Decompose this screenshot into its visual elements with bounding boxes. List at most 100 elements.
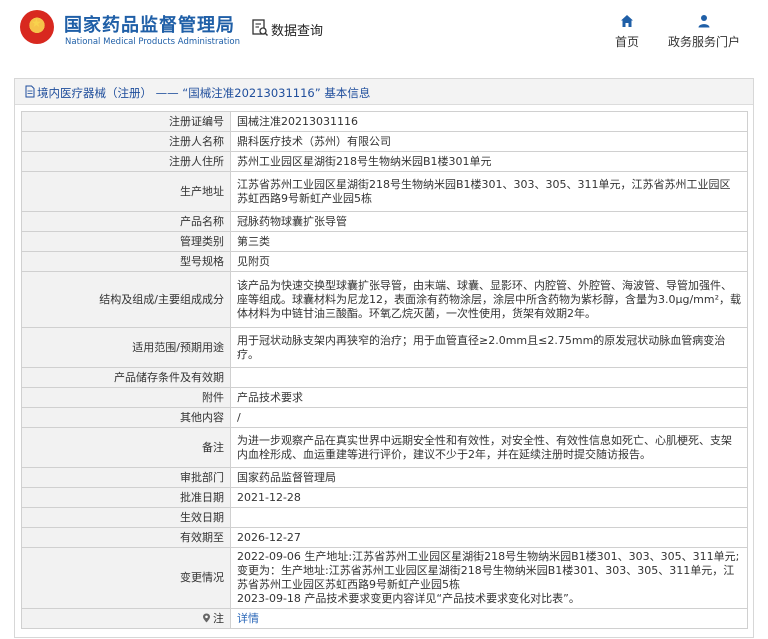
row-value: 苏州工业园区星湖街218号生物纳米园B1楼301单元 [230, 151, 748, 172]
row-label: 产品名称 [21, 211, 231, 232]
row-value-text: 国家药品监督管理局 [237, 470, 336, 484]
table-row: 备注 为进一步观察产品在真实世界中远期安全性和有效性，对安全性、有效性信息如死亡、… [21, 427, 748, 468]
table-row: 生效日期 [21, 507, 748, 528]
nav-gov-service[interactable]: 政务服务门户 [664, 14, 744, 50]
row-value-text: 用于冠状动脉支架内再狭窄的治疗；用于血管直径≥2.0mm且≤2.75mm的原发冠… [237, 333, 726, 361]
row-label-text: 批准日期 [180, 490, 224, 504]
row-value: 国械注准20213031116 [230, 111, 748, 132]
row-value-text: 冠脉药物球囊扩张导管 [237, 214, 347, 228]
row-label-text: 其他内容 [180, 410, 224, 424]
table-row: 其他内容 / [21, 407, 748, 428]
row-label: 其他内容 [21, 407, 231, 428]
row-value-text: 该产品为快速交换型球囊扩张导管，由末端、球囊、显影环、内腔管、外腔管、海波管、导… [237, 278, 742, 320]
row-label: 注册证编号 [21, 111, 231, 132]
site-header: ★ 国家药品监督管理局 National Medical Products Ad… [0, 0, 768, 60]
row-value: 鼎科医疗技术（苏州）有限公司 [230, 131, 748, 152]
row-label-text: 有效期至 [180, 530, 224, 544]
table-row: 生产地址 江苏省苏州工业园区星湖街218号生物纳米园B1楼301、303、305、… [21, 171, 748, 212]
row-value: / [230, 407, 748, 428]
row-label: 注册人名称 [21, 131, 231, 152]
document-search-icon[interactable] [252, 19, 268, 37]
row-label-text: 产品名称 [180, 214, 224, 228]
row-label-text: 适用范围/预期用途 [132, 340, 224, 354]
home-icon [621, 15, 633, 27]
row-value-text: 2021-12-28 [237, 490, 301, 504]
row-value-text: 产品技术要求 [237, 390, 303, 404]
row-label-text: 注册人住所 [169, 154, 224, 168]
data-query-link[interactable]: 数据查询 [271, 20, 323, 39]
row-label-text: 注册证编号 [169, 114, 224, 128]
row-label: 生产地址 [21, 171, 231, 212]
table-row: 型号规格 见附页 [21, 251, 748, 272]
registration-info-table: 注册证编号 国械注准20213031116 注册人名称 鼎科医疗技术（苏州）有限公司注… [21, 111, 748, 629]
row-label-text: 注册人名称 [169, 134, 224, 148]
row-value: 见附页 [230, 251, 748, 272]
row-value-text: 2022-09-06 生产地址:江苏省苏州工业园区星湖街218号生物纳米园B1楼… [237, 550, 740, 605]
row-value-text: 苏州工业园区星湖街218号生物纳米园B1楼301单元 [237, 154, 492, 168]
row-label: 审批部门 [21, 467, 231, 488]
row-value: 产品技术要求 [230, 387, 748, 408]
row-label-text: 产品储存条件及有效期 [114, 370, 224, 384]
table-row: 产品储存条件及有效期 [21, 367, 748, 388]
nav-home[interactable]: 首页 [608, 14, 646, 50]
row-value: 2022-09-06 生产地址:江苏省苏州工业园区星湖街218号生物纳米园B1楼… [230, 547, 748, 609]
nav-home-label: 首页 [614, 35, 639, 49]
row-value: 冠脉药物球囊扩张导管 [230, 211, 748, 232]
table-row: 注册证编号 国械注准20213031116 [21, 111, 748, 132]
row-label-text: 备注 [202, 440, 224, 454]
row-label: 生效日期 [21, 507, 231, 528]
row-label: 批准日期 [21, 487, 231, 508]
row-value [230, 507, 748, 528]
table-row: 注册人名称 鼎科医疗技术（苏州）有限公司 [21, 131, 748, 152]
row-label: 备注 [21, 427, 231, 468]
table-row: 变更情况 2022-09-06 生产地址:江苏省苏州工业园区星湖街218号生物纳米… [21, 547, 748, 609]
row-value [230, 367, 748, 388]
table-row: 附件 产品技术要求 [21, 387, 748, 408]
table-row: 结构及组成/主要组成成分 该产品为快速交换型球囊扩张导管，由末端、球囊、显影环、内… [21, 271, 748, 328]
row-label: 产品储存条件及有效期 [21, 367, 231, 388]
national-emblem-icon: ★ [20, 10, 54, 44]
row-label-text: 型号规格 [180, 254, 224, 268]
row-value: 第三类 [230, 231, 748, 252]
row-value-text: 见附页 [237, 254, 270, 268]
breadcrumb-text: 境内医疗器械（注册） —— “国械注准20213031116” 基本信息 [37, 86, 371, 100]
detail-panel: 境内医疗器械（注册） —— “国械注准20213031116” 基本信息 注册证… [14, 78, 754, 638]
row-label-text: 管理类别 [180, 234, 224, 248]
breadcrumb: 境内医疗器械（注册） —— “国械注准20213031116” 基本信息 [15, 79, 753, 105]
details-link[interactable]: 详情 [237, 612, 259, 625]
row-label: 变更情况 [21, 547, 231, 609]
row-value-text: 为进一步观察产品在真实世界中远期安全性和有效性，对安全性、有效性信息如死亡、心肌… [237, 433, 732, 461]
row-value-text: 江苏省苏州工业园区星湖街218号生物纳米园B1楼301、303、305、311单… [237, 177, 731, 205]
row-label-text: 结构及组成/主要组成成分 [99, 292, 224, 306]
row-label: 注 [21, 608, 231, 629]
row-label: 适用范围/预期用途 [21, 327, 231, 368]
row-value-text: 第三类 [237, 234, 270, 248]
row-label: 型号规格 [21, 251, 231, 272]
row-label-text: 审批部门 [180, 470, 224, 484]
row-value: 用于冠状动脉支架内再狭窄的治疗；用于血管直径≥2.0mm且≤2.75mm的原发冠… [230, 327, 748, 368]
row-value: 2021-12-28 [230, 487, 748, 508]
row-label: 有效期至 [21, 527, 231, 548]
row-label: 附件 [21, 387, 231, 408]
table-row: 注册人住所 苏州工业园区星湖街218号生物纳米园B1楼301单元 [21, 151, 748, 172]
row-label: 结构及组成/主要组成成分 [21, 271, 231, 328]
table-row: 注详情 [21, 608, 748, 629]
row-label-text: 变更情况 [180, 571, 224, 584]
row-value: 该产品为快速交换型球囊扩张导管，由末端、球囊、显影环、内腔管、外腔管、海波管、导… [230, 271, 748, 328]
row-value: 2026-12-27 [230, 527, 748, 548]
row-value: 国家药品监督管理局 [230, 467, 748, 488]
nav-gov-service-label: 政务服务门户 [667, 35, 740, 49]
row-value: 详情 [230, 608, 748, 629]
row-value-text: 国械注准20213031116 [237, 114, 358, 128]
table-row: 有效期至 2026-12-27 [21, 527, 748, 548]
brand-name-en[interactable]: National Medical Products Administration [65, 37, 240, 47]
brand-name-cn[interactable]: 国家药品监督管理局 [64, 11, 235, 37]
row-value-text: 2026-12-27 [237, 530, 301, 544]
table-row: 管理类别 第三类 [21, 231, 748, 252]
row-value: 江苏省苏州工业园区星湖街218号生物纳米园B1楼301、303、305、311单… [230, 171, 748, 212]
document-icon [25, 85, 35, 98]
row-label-text: 生效日期 [180, 510, 224, 524]
location-pin-icon [203, 613, 210, 622]
row-label-text: 注 [213, 611, 224, 625]
row-label-text: 生产地址 [180, 184, 224, 198]
